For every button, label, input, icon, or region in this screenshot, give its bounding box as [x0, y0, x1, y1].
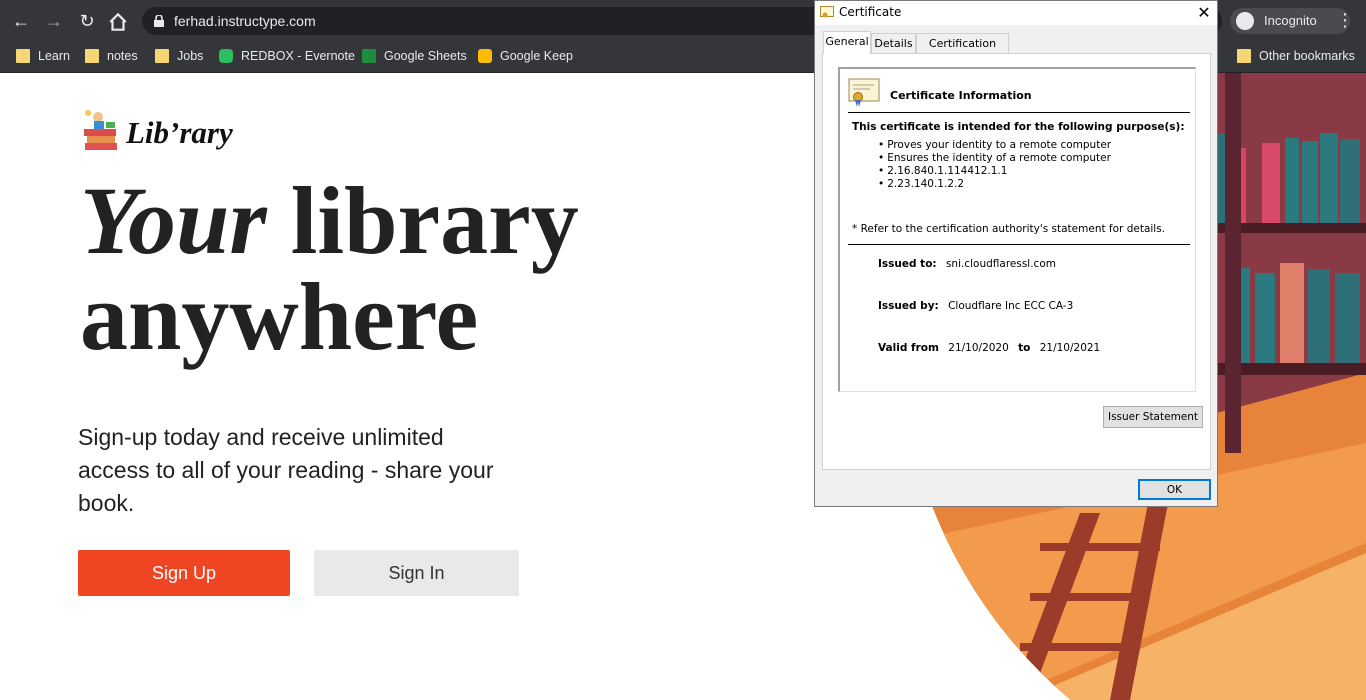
hero-word-your: Your: [80, 167, 267, 274]
valid-from-value: 21/10/2020: [948, 342, 1009, 354]
bookmark-label: notes: [107, 49, 138, 63]
incognito-label: Incognito: [1264, 13, 1317, 28]
list-item: 2.16.840.1.114412.1.1: [878, 165, 1111, 178]
purpose-list: Proves your identity to a remote compute…: [878, 139, 1111, 191]
bookmark-label: REDBOX - Evernote: [241, 49, 355, 63]
certificate-info-icon: [848, 78, 880, 107]
hero-headline: Your library anywhere: [80, 173, 579, 365]
back-arrow-icon[interactable]: ←: [10, 10, 32, 32]
sheets-icon: [362, 49, 376, 63]
hero-line-anywhere: anywhere: [80, 263, 479, 370]
issued-to-value: sni.cloudflaressl.com: [945, 258, 1056, 270]
folder-icon: [16, 49, 30, 63]
issued-by-row: Issued by: Cloudflare Inc ECC CA-3: [878, 300, 1073, 312]
bookmark-label: Google Keep: [500, 49, 573, 63]
folder-icon: [85, 49, 99, 63]
issued-by-value: Cloudflare Inc ECC CA-3: [948, 300, 1074, 312]
folder-icon: [1237, 49, 1251, 63]
list-item: 2.23.140.1.2.2: [878, 178, 1111, 191]
valid-to-value: 21/10/2021: [1039, 342, 1101, 354]
issued-to-row: Issued to: sni.cloudflaressl.com: [878, 258, 1056, 270]
issued-to-label: Issued to:: [878, 258, 937, 270]
certificate-info-heading: Certificate Information: [890, 89, 1032, 102]
incognito-badge[interactable]: Incognito: [1230, 8, 1350, 34]
authority-note: * Refer to the certification authority's…: [852, 223, 1166, 235]
menu-kebab-icon[interactable]: ⋮: [1336, 10, 1354, 30]
purpose-heading: This certificate is intended for the fol…: [852, 121, 1185, 133]
evernote-icon: [219, 49, 233, 63]
tab-certification-path[interactable]: Certification Path: [916, 33, 1009, 69]
url-text: ferhad.instructype.com: [174, 13, 316, 29]
keep-icon: [478, 49, 492, 63]
close-icon[interactable]: ✕: [1193, 3, 1215, 23]
divider: [848, 112, 1190, 113]
reload-icon[interactable]: ↻: [76, 10, 98, 32]
valid-row: Valid from 21/10/2020 to 21/10/2021: [878, 342, 1100, 354]
general-tab-panel: Certificate Information This certificate…: [822, 53, 1211, 470]
divider: [848, 244, 1190, 245]
bookmark-label: Learn: [38, 49, 70, 63]
sign-up-button[interactable]: Sign Up: [78, 550, 290, 596]
forward-arrow-icon[interactable]: →: [43, 10, 65, 32]
certificate-info-box: Certificate Information This certificate…: [838, 67, 1196, 392]
incognito-icon: [1236, 12, 1254, 30]
issuer-statement-button[interactable]: Issuer Statement: [1103, 406, 1203, 428]
books-logo-icon: [84, 110, 117, 150]
list-item: Ensures the identity of a remote compute…: [878, 152, 1111, 165]
lock-icon: [154, 15, 164, 27]
logo-text: Lib’rary: [126, 115, 233, 150]
sign-in-button[interactable]: Sign In: [314, 550, 519, 596]
dialog-title-bar[interactable]: Certificate ✕: [815, 1, 1217, 25]
folder-icon: [155, 49, 169, 63]
bookmark-label: Jobs: [177, 49, 204, 63]
certificate-dialog: Certificate ✕ General Details Certificat…: [814, 0, 1218, 507]
valid-from-label: Valid from: [878, 342, 939, 354]
tab-general[interactable]: General: [823, 31, 871, 54]
hero-subtitle: Sign-up today and receive unlimited acce…: [78, 424, 494, 516]
home-icon[interactable]: [107, 11, 129, 33]
ok-button[interactable]: OK: [1138, 479, 1211, 500]
dialog-title: Certificate: [839, 5, 902, 19]
list-item: Proves your identity to a remote compute…: [878, 139, 1111, 152]
hero-word-library: library: [290, 167, 579, 274]
tab-details[interactable]: Details: [871, 33, 916, 54]
issued-by-label: Issued by:: [878, 300, 939, 312]
bookmark-label: Google Sheets: [384, 49, 467, 63]
other-bookmarks-label: Other bookmarks: [1259, 49, 1355, 63]
certificate-icon: [820, 6, 834, 18]
valid-to-label: to: [1018, 342, 1031, 354]
